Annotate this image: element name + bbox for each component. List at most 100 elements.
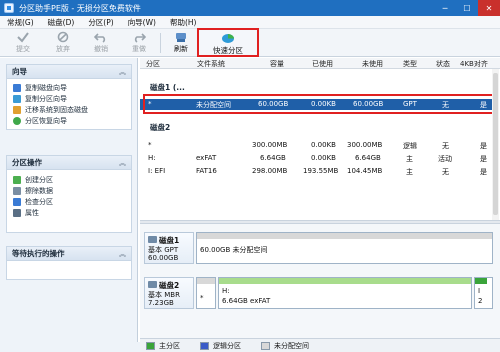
list-scrollbar[interactable] xyxy=(492,69,499,220)
sidebar-item-create-partition[interactable]: 创建分区 xyxy=(7,174,131,185)
cell-used: 0.00KB xyxy=(311,154,336,162)
wizard-panel-header[interactable]: 向导 ︽ xyxy=(7,65,131,79)
minimize-icon[interactable]: ─ xyxy=(434,0,456,16)
sidebar-item-wipe-data[interactable]: 擦除数据 xyxy=(7,185,131,196)
sidebar-item-label: 属性 xyxy=(25,208,39,217)
disk2-p1-label: * xyxy=(200,294,204,302)
disk2-p3-info: 2 xyxy=(478,297,483,305)
sidebar-item-properties[interactable]: 属性 xyxy=(7,207,131,218)
sidebar-footer xyxy=(0,342,140,352)
collapse-icon[interactable]: ︽ xyxy=(119,249,126,259)
menu-disk[interactable]: 磁盘(D) xyxy=(41,17,82,28)
cell-partition: H: xyxy=(148,154,156,162)
disk2-unallocated-block[interactable]: * xyxy=(196,277,216,309)
toolbar-separator xyxy=(160,33,161,53)
undo-icon xyxy=(94,33,106,43)
menu-help[interactable]: 帮助(H) xyxy=(163,17,204,28)
collapse-icon[interactable]: ︽ xyxy=(119,67,126,77)
disk2-efi-block[interactable]: I 2 xyxy=(474,277,493,309)
checkmark-icon xyxy=(17,32,29,43)
undo-button[interactable]: 撤销 xyxy=(86,30,116,56)
legend-unallocated: 未分配空间 xyxy=(261,341,309,351)
scrollbar-thumb[interactable] xyxy=(493,73,498,215)
legend-primary-swatch xyxy=(146,341,155,350)
disk1-label[interactable]: 磁盘1 (... xyxy=(150,82,185,93)
cell-align: 是 xyxy=(480,142,487,150)
quick-partition-label: 快速分区 xyxy=(213,46,243,55)
cell-type: 主 xyxy=(406,155,413,163)
undo-label: 撤销 xyxy=(94,45,108,53)
col-status[interactable]: 状态 xyxy=(436,59,450,69)
col-type[interactable]: 类型 xyxy=(403,59,417,69)
quick-partition-icon xyxy=(222,34,234,43)
col-capacity[interactable]: 容量 xyxy=(270,59,284,69)
table-row[interactable]: * 300.00MB 0.00KB 300.00MB 逻辑 无 是 xyxy=(140,140,495,151)
menu-wizard[interactable]: 向导(W) xyxy=(121,17,163,28)
table-row[interactable]: H: exFAT 6.64GB 0.00KB 6.64GB 主 活动 是 xyxy=(140,153,495,164)
refresh-button[interactable]: 刷新 xyxy=(166,30,196,56)
discard-button[interactable]: 放弃 xyxy=(48,30,78,56)
disk2-h-block[interactable]: H: 6.64GB exFAT xyxy=(218,277,472,309)
disk2-p2-info: 6.64GB exFAT xyxy=(222,297,271,305)
sidebar-item-label: 分区恢复向导 xyxy=(25,116,67,125)
sidebar-item-partition-recovery[interactable]: 分区恢复向导 xyxy=(7,115,131,126)
window-controls: ─ ☐ ✕ xyxy=(434,0,500,16)
cell-free: 300.00MB xyxy=(347,141,383,149)
pending-ops-title: 等待执行的操作 xyxy=(12,249,65,258)
sidebar-item-label: 复制磁盘向导 xyxy=(25,83,67,92)
partition-ops-panel: 分区操作 ︽ 创建分区 擦除数据 检查分区 属性 xyxy=(6,155,132,233)
sidebar-item-check-partition[interactable]: 检查分区 xyxy=(7,196,131,207)
sidebar-item-label: 擦除数据 xyxy=(25,186,53,195)
redo-button[interactable]: 重做 xyxy=(124,30,154,56)
col-filesystem[interactable]: 文件系统 xyxy=(197,59,225,69)
menu-general[interactable]: 常规(G) xyxy=(0,17,41,28)
cell-capacity: 6.64GB xyxy=(260,154,286,162)
disk-icon xyxy=(148,236,157,243)
table-row[interactable]: I: EFI FAT16 298.00MB 193.55MB 104.45MB … xyxy=(140,166,495,177)
col-4k-align[interactable]: 4KB对齐 xyxy=(460,59,488,69)
disk1-unallocated-block[interactable]: 60.00GB 未分配空间 xyxy=(196,232,493,264)
cell-used: 0.00KB xyxy=(311,141,336,149)
disk1-card[interactable]: 磁盘1 基本 GPT 60.00GB xyxy=(144,232,194,264)
disk2-size: 7.23GB xyxy=(148,299,174,307)
refresh-label: 刷新 xyxy=(174,45,188,53)
disk2-card[interactable]: 磁盘2 基本 MBR 7.23GB xyxy=(144,277,194,309)
list-header: 分区 文件系统 容量 已使用 未使用 类型 状态 4KB对齐 xyxy=(140,58,500,69)
cell-free: 104.45MB xyxy=(347,167,383,175)
pending-ops-header[interactable]: 等待执行的操作 ︽ xyxy=(7,247,131,261)
unallocated-bar xyxy=(197,233,492,239)
menu-partition[interactable]: 分区(P) xyxy=(81,17,120,28)
sidebar-item-label: 迁移系统到固态磁盘 xyxy=(25,105,88,114)
cell-filesystem: exFAT xyxy=(196,154,217,162)
create-partition-icon xyxy=(13,175,21,184)
col-partition[interactable]: 分区 xyxy=(146,59,160,69)
cell-type: 主 xyxy=(406,168,413,176)
check-partition-icon xyxy=(13,197,21,206)
close-icon[interactable]: ✕ xyxy=(478,0,500,16)
partition-ops-title: 分区操作 xyxy=(12,158,42,167)
cell-capacity: 300.00MB xyxy=(252,141,288,149)
quick-partition-button[interactable]: 快速分区 xyxy=(197,28,259,57)
sidebar-item-copy-disk[interactable]: 复制磁盘向导 xyxy=(7,82,131,93)
recovery-icon xyxy=(13,116,21,125)
sidebar-item-migrate-ssd[interactable]: 迁移系统到固态磁盘 xyxy=(7,104,131,115)
disk2-label[interactable]: 磁盘2 xyxy=(150,122,170,133)
title-bar: 分区助手PE版 - 无损分区免费软件 ─ ☐ ✕ xyxy=(0,0,500,16)
cell-type: 逻辑 xyxy=(403,142,417,150)
redo-icon xyxy=(134,33,146,43)
wipe-data-icon xyxy=(13,186,21,195)
maximize-icon[interactable]: ☐ xyxy=(456,0,478,16)
commit-button[interactable]: 提交 xyxy=(8,30,38,56)
col-used[interactable]: 已使用 xyxy=(312,59,333,69)
sidebar-item-copy-partition[interactable]: 复制分区向导 xyxy=(7,93,131,104)
legend-primary-label: 主分区 xyxy=(159,341,180,350)
partition-list: 分区 文件系统 容量 已使用 未使用 类型 状态 4KB对齐 磁盘1 (... … xyxy=(140,58,500,220)
col-free[interactable]: 未使用 xyxy=(362,59,383,69)
collapse-icon[interactable]: ︽ xyxy=(119,158,126,168)
pending-ops-panel: 等待执行的操作 ︽ xyxy=(6,246,132,280)
discard-label: 放弃 xyxy=(56,45,70,53)
partition-ops-header[interactable]: 分区操作 ︽ xyxy=(7,156,131,170)
app-icon xyxy=(4,3,14,13)
properties-icon xyxy=(13,208,21,217)
discard-icon xyxy=(57,31,69,43)
